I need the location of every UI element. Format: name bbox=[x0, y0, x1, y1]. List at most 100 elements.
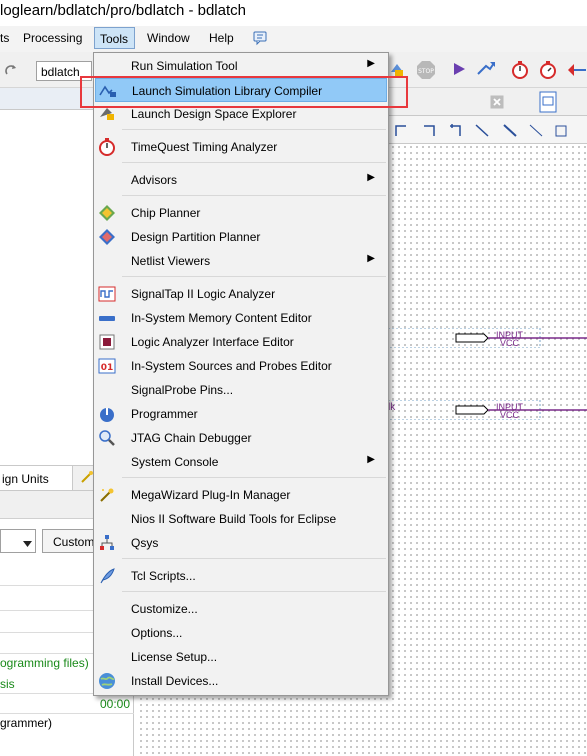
pin-vcc-label: VCC bbox=[500, 338, 520, 348]
pin-name-label: lk bbox=[388, 402, 396, 413]
menu-item-design-partition-planner[interactable]: Design Partition Planner bbox=[95, 225, 387, 249]
stopwatch-icon bbox=[98, 138, 116, 156]
menu-item-label: Advisors bbox=[131, 173, 178, 187]
schematic-file-icon[interactable] bbox=[538, 91, 558, 116]
menu-item-label: Customize... bbox=[131, 602, 198, 616]
menu-item-label: JTAG Chain Debugger bbox=[131, 431, 252, 445]
close-icon[interactable] bbox=[490, 95, 504, 112]
submenu-arrow-icon: ▶ bbox=[367, 253, 375, 264]
menu-item-signaltap-ii-logic-analyzer[interactable]: SignalTap II Logic Analyzer bbox=[95, 282, 387, 306]
task-row-programming-files[interactable]: ogramming files) bbox=[0, 656, 89, 670]
stop-icon[interactable]: STOP bbox=[416, 60, 436, 83]
menu-item-netlist-viewers[interactable]: Netlist Viewers ▶ bbox=[95, 249, 387, 273]
submenu-arrow-icon: ▶ bbox=[367, 58, 375, 69]
menu-item-tcl-scripts[interactable]: Tcl Scripts... bbox=[95, 564, 387, 588]
entity-combo-value: bdlatch bbox=[41, 65, 80, 79]
menu-item-label: Install Devices... bbox=[131, 674, 219, 688]
netlist-icon[interactable] bbox=[566, 60, 587, 83]
magic-wand-icon bbox=[98, 486, 116, 504]
menu-item-system-console[interactable]: System Console ▶ bbox=[95, 450, 387, 474]
menu-item-label: Run Simulation Tool bbox=[131, 59, 238, 73]
menu-item-label: Netlist Viewers bbox=[131, 254, 211, 268]
customize-button-label: Custom bbox=[53, 535, 95, 549]
jtag-debugger-icon bbox=[98, 429, 116, 447]
menu-item-label: System Console bbox=[131, 455, 219, 469]
menu-item-label: License Setup... bbox=[131, 650, 218, 664]
menu-item-install-devices[interactable]: Install Devices... bbox=[95, 669, 387, 693]
menu-separator bbox=[122, 162, 386, 163]
feather-icon bbox=[98, 567, 116, 585]
analysis-icon[interactable] bbox=[476, 60, 496, 81]
menu-item-label: SignalProbe Pins... bbox=[131, 383, 234, 397]
chip-planner-icon bbox=[98, 204, 116, 222]
task-row-programmer[interactable]: grammer) bbox=[0, 716, 52, 730]
menu-item-nios-ii-software-build-tools[interactable]: Nios II Software Build Tools for Eclipse bbox=[95, 507, 387, 531]
menu-separator bbox=[122, 195, 386, 196]
menu-item-jtag-chain-debugger[interactable]: JTAG Chain Debugger bbox=[95, 426, 387, 450]
tools-menu-dropdown: Run Simulation Tool ▶ Launch Simulation … bbox=[93, 52, 389, 696]
menu-item-customize[interactable]: Customize... bbox=[95, 597, 387, 621]
flow-select[interactable] bbox=[0, 529, 36, 553]
start-compilation-icon[interactable] bbox=[452, 62, 466, 79]
menu-separator bbox=[122, 477, 386, 478]
menu-item-advisors[interactable]: Advisors ▶ bbox=[95, 168, 387, 192]
menu-window[interactable]: Window bbox=[147, 31, 190, 45]
submenu-arrow-icon: ▶ bbox=[367, 454, 375, 465]
menu-item-in-system-memory-content-editor[interactable]: In-System Memory Content Editor bbox=[95, 306, 387, 330]
menu-item-megawizard-plug-in-manager[interactable]: MegaWizard Plug-In Manager bbox=[95, 483, 387, 507]
menu-item-label: Launch Design Space Explorer bbox=[131, 107, 297, 121]
menu-item-qsys[interactable]: Qsys bbox=[95, 531, 387, 555]
tab-design-units[interactable]: ign Units bbox=[0, 466, 73, 490]
menu-item-logic-analyzer-interface-editor[interactable]: Logic Analyzer Interface Editor bbox=[95, 330, 387, 354]
feedback-icon[interactable] bbox=[252, 30, 268, 49]
menu-separator bbox=[122, 129, 386, 130]
menu-help[interactable]: Help bbox=[209, 31, 234, 45]
wand-tab-icon[interactable] bbox=[80, 470, 94, 487]
menu-item-license-setup[interactable]: License Setup... bbox=[95, 645, 387, 669]
menu-separator bbox=[122, 591, 386, 592]
menu-item-label: In-System Sources and Probes Editor bbox=[131, 359, 332, 373]
menu-item-timequest-timing-analyzer[interactable]: TimeQuest Timing Analyzer bbox=[95, 135, 387, 159]
menu-processing[interactable]: Processing bbox=[23, 31, 82, 45]
menu-item-chip-planner[interactable]: Chip Planner bbox=[95, 201, 387, 225]
menu-item-label: MegaWizard Plug-In Manager bbox=[131, 488, 291, 502]
menu-assignments[interactable]: ts bbox=[0, 31, 9, 45]
menu-item-label: In-System Memory Content Editor bbox=[131, 311, 312, 325]
title-bar: loglearn/bdlatch/pro/bdlatch - bdlatch bbox=[0, 0, 587, 26]
partition-planner-icon bbox=[98, 228, 116, 246]
window-title: loglearn/bdlatch/pro/bdlatch - bdlatch bbox=[0, 2, 246, 19]
orthogonal-tools-icon[interactable] bbox=[394, 122, 584, 138]
menu-item-options[interactable]: Options... bbox=[95, 621, 387, 645]
menu-item-in-system-sources-and-probes-editor[interactable]: 01 In-System Sources and Probes Editor bbox=[95, 354, 387, 378]
task-time: 00:00 bbox=[100, 697, 131, 711]
menu-item-label: SignalTap II Logic Analyzer bbox=[131, 287, 276, 301]
timing-analyzer-icon[interactable] bbox=[538, 60, 558, 83]
menu-separator bbox=[122, 276, 386, 277]
menu-item-programmer[interactable]: Programmer bbox=[95, 402, 387, 426]
menu-tools[interactable]: Tools bbox=[94, 27, 135, 49]
logic-analyzer-interface-icon bbox=[98, 333, 116, 351]
menu-item-label: Chip Planner bbox=[131, 206, 201, 220]
task-row-analysis[interactable]: sis bbox=[0, 677, 15, 691]
input-pin-2[interactable] bbox=[388, 400, 587, 420]
pin-vcc-label: VCC bbox=[500, 410, 520, 420]
menu-item-label: Qsys bbox=[131, 536, 159, 550]
qsys-icon bbox=[98, 534, 116, 552]
menu-tools-label: Tools bbox=[100, 32, 129, 46]
timer-icon[interactable] bbox=[510, 60, 530, 83]
redo-icon[interactable] bbox=[4, 62, 18, 81]
menu-item-label: TimeQuest Timing Analyzer bbox=[131, 140, 278, 154]
menu-separator bbox=[122, 558, 386, 559]
svg-text:STOP: STOP bbox=[418, 68, 434, 75]
menu-item-run-simulation-tool[interactable]: Run Simulation Tool ▶ bbox=[95, 54, 387, 78]
menu-item-label: Logic Analyzer Interface Editor bbox=[131, 335, 294, 349]
menu-bar: ts Processing Tools Window Help bbox=[0, 26, 587, 52]
chevron-down-icon bbox=[23, 537, 32, 551]
divider bbox=[0, 713, 134, 714]
input-pin-1[interactable] bbox=[388, 328, 587, 348]
menu-item-signalprobe-pins[interactable]: SignalProbe Pins... bbox=[95, 378, 387, 402]
menu-item-label: Tcl Scripts... bbox=[131, 569, 196, 583]
tab-design-units-label: ign Units bbox=[2, 472, 49, 486]
signaltap-icon bbox=[98, 285, 116, 303]
menu-item-label: Programmer bbox=[131, 407, 198, 421]
